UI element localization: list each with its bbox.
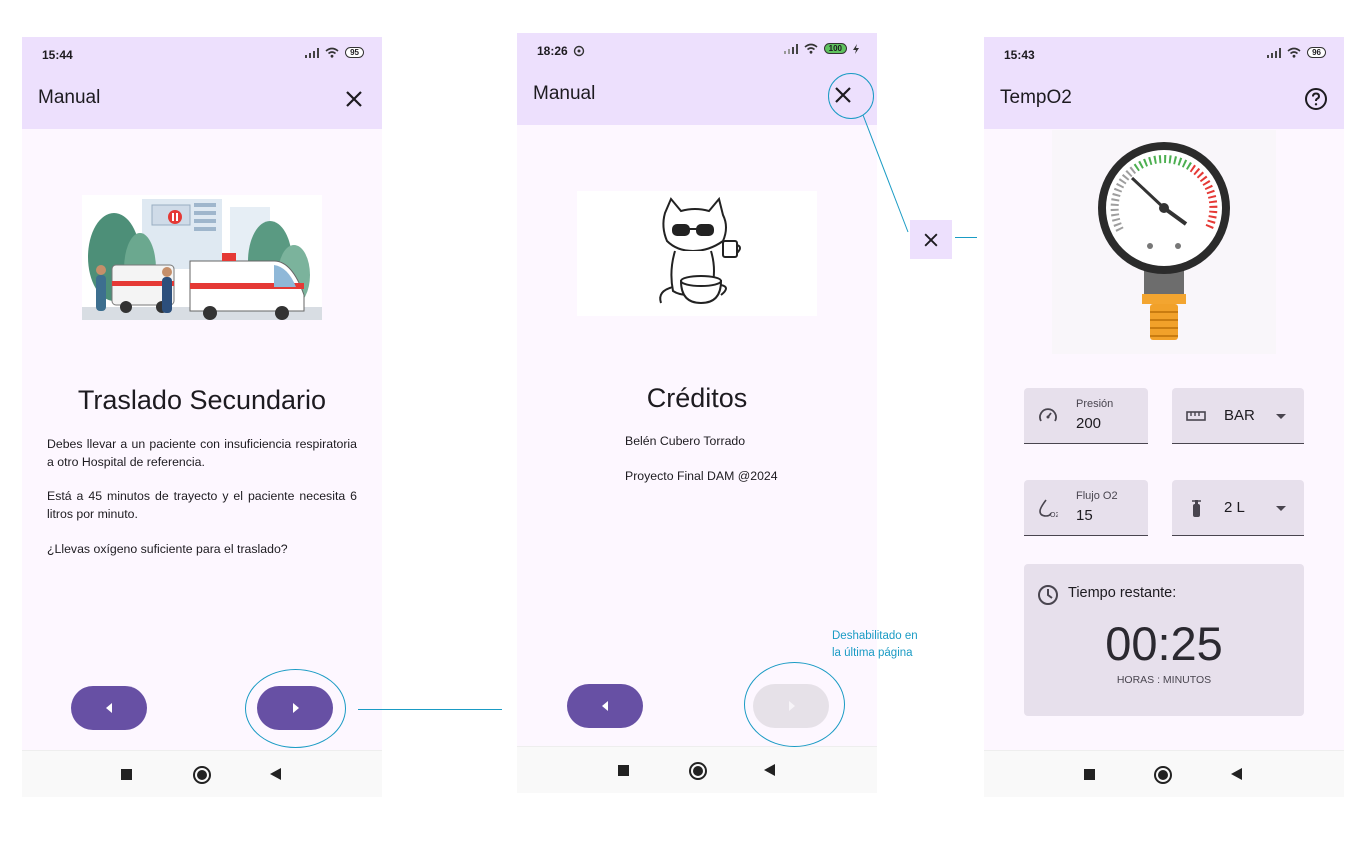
back-icon[interactable] xyxy=(764,764,775,776)
dropdown-arrow-icon xyxy=(1276,506,1286,511)
pressure-gauge-illustration xyxy=(1052,130,1276,354)
close-icon[interactable] xyxy=(342,87,366,111)
charging-icon xyxy=(853,43,859,54)
signal-icon xyxy=(1267,47,1282,58)
flow-value: 15 xyxy=(1076,507,1093,524)
svg-text:O2: O2 xyxy=(1050,512,1058,518)
system-nav-bar xyxy=(517,746,877,793)
status-time: 15:43 xyxy=(1004,48,1035,62)
ambulance-illustration xyxy=(82,195,322,320)
remaining-time-card: Tiempo restante: 00:25 HORAS : MINUTOS xyxy=(1024,564,1304,716)
status-bar: 15:43 96 xyxy=(984,37,1344,73)
home-icon[interactable] xyxy=(193,766,211,784)
appbar-title: TempO2 xyxy=(1000,87,1072,108)
wifi-icon xyxy=(325,47,339,58)
appbar-title: Manual xyxy=(533,83,596,104)
status-bar: 18:26 100 xyxy=(517,33,877,69)
unit-value: BAR xyxy=(1224,407,1255,424)
connector-line xyxy=(955,237,977,238)
chevron-left-icon xyxy=(106,703,112,713)
o2-drop-icon: O2 xyxy=(1039,499,1058,518)
clock-icon xyxy=(1038,585,1058,605)
flow-field[interactable]: O2 Flujo O2 15 xyxy=(1024,480,1148,536)
wifi-icon xyxy=(804,43,818,54)
wifi-icon xyxy=(1287,47,1301,58)
unit-dropdown[interactable]: BAR xyxy=(1172,388,1304,444)
connector-line xyxy=(358,709,502,710)
disabled-note-line-2: la última página xyxy=(832,646,913,659)
speedometer-icon xyxy=(1039,408,1057,422)
back-icon[interactable] xyxy=(270,768,281,780)
disabled-note: Deshabilitado en la última página xyxy=(832,628,918,661)
battery-indicator: 100 xyxy=(823,43,847,54)
paragraph-1: Debes llevar a un paciente con insuficie… xyxy=(47,437,357,469)
credits-project: Proyecto Final DAM @2024 xyxy=(625,469,778,483)
dropdown-arrow-icon xyxy=(1276,414,1286,419)
previous-page-button[interactable] xyxy=(567,684,643,728)
oxygen-bottle-icon xyxy=(1192,500,1201,517)
status-bar: 15:44 95 xyxy=(22,37,382,73)
home-icon[interactable] xyxy=(1154,766,1172,784)
previous-page-button[interactable] xyxy=(71,686,147,730)
system-nav-bar xyxy=(22,750,382,797)
phone-screen-tempo2: 15:43 96 TempO2 Presión 200 BAR O2 Flujo… xyxy=(984,37,1344,797)
recents-icon[interactable] xyxy=(1084,769,1095,780)
bottle-size-dropdown[interactable]: 2 L xyxy=(1172,480,1304,536)
signal-icon xyxy=(305,47,320,58)
timer-title: Tiempo restante: xyxy=(1068,585,1177,601)
paragraph-3: ¿Llevas oxígeno suficiente para el trasl… xyxy=(47,542,288,556)
top-app-bar: TempO2 xyxy=(984,73,1344,129)
close-icon-callout xyxy=(910,220,952,259)
battery-indicator: 96 xyxy=(1307,47,1326,58)
battery-indicator: 95 xyxy=(345,47,364,58)
paragraph-2: Está a 45 minutos de trayecto y el pacie… xyxy=(47,489,357,521)
pressure-label: Presión xyxy=(1076,398,1114,410)
page-title: Traslado Secundario xyxy=(77,385,327,415)
chevron-left-icon xyxy=(602,701,608,711)
status-time: 15:44 xyxy=(42,48,73,62)
cat-with-coffee-illustration xyxy=(577,191,817,316)
disabled-note-line-1: Deshabilitado en xyxy=(832,630,918,642)
pressure-field[interactable]: Presión 200 xyxy=(1024,388,1148,444)
top-app-bar: Manual xyxy=(22,73,382,129)
status-time: 18:26 xyxy=(537,44,568,58)
close-icon xyxy=(924,233,938,247)
ruler-icon xyxy=(1186,411,1206,421)
top-app-bar: Manual xyxy=(517,69,877,125)
credits-author: Belén Cubero Torrado xyxy=(625,434,746,448)
flow-label: Flujo O2 xyxy=(1076,490,1118,502)
page-title: Créditos xyxy=(646,383,748,413)
back-icon[interactable] xyxy=(1231,768,1242,780)
appbar-title: Manual xyxy=(38,87,101,108)
timer-caption: HORAS : MINUTOS xyxy=(1116,674,1212,686)
signal-icon xyxy=(783,43,798,54)
timer-value: 00:25 xyxy=(1105,617,1223,670)
highlight-next-button xyxy=(245,669,346,748)
recents-icon[interactable] xyxy=(618,765,629,776)
pressure-value: 200 xyxy=(1076,415,1102,432)
system-nav-bar xyxy=(984,750,1344,797)
sync-icon xyxy=(573,45,585,57)
recents-icon[interactable] xyxy=(121,769,132,780)
help-icon[interactable] xyxy=(1304,87,1328,111)
highlight-disabled-next-button xyxy=(744,662,845,747)
home-icon[interactable] xyxy=(689,762,707,780)
bottle-size-value: 2 L xyxy=(1224,499,1245,516)
